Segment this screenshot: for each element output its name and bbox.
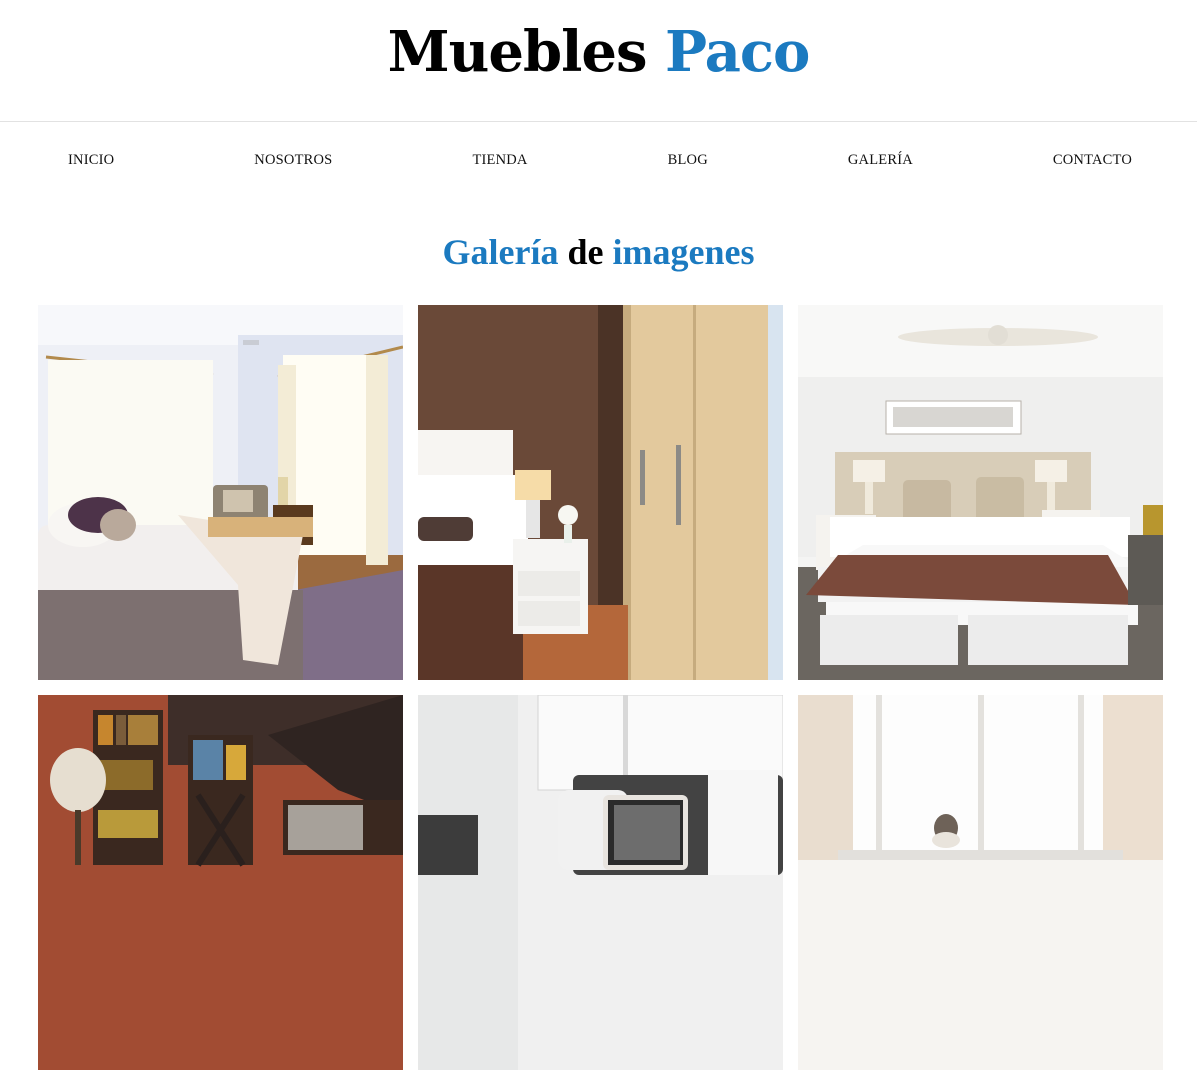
main-navigation: INICIO NOSOTROS TIENDA BLOG GALERÍA CONT… [0, 122, 1197, 198]
nav-link-galeria[interactable]: GALERÍA [848, 152, 913, 169]
window-cat-photo [798, 695, 1163, 1070]
bookshelves-photo [38, 695, 403, 1070]
image-gallery [38, 305, 1163, 1070]
gallery-title-word-3: imagenes [612, 232, 755, 272]
gallery-image-bookshelves[interactable] [38, 695, 403, 1070]
nav-link-contacto[interactable]: CONTACTO [1053, 152, 1132, 169]
gallery-image-window-cat[interactable] [798, 695, 1163, 1070]
sofa-photo [418, 695, 783, 1070]
nav-link-blog[interactable]: BLOG [668, 152, 708, 169]
nav-link-inicio[interactable]: INICIO [68, 152, 114, 169]
logo-word-paco: Paco [665, 18, 810, 85]
gallery-title-word-1: Galería [442, 232, 559, 272]
bedroom-wardrobe-photo [418, 305, 783, 680]
gallery-image-bedroom-wardrobe[interactable] [418, 305, 783, 680]
bedroom-bright-photo [38, 305, 403, 680]
logo-word-muebles: Muebles [387, 18, 648, 85]
gallery-image-sofa[interactable] [418, 695, 783, 1070]
site-logo[interactable]: Muebles Paco [388, 24, 811, 80]
site-header: Muebles Paco [0, 0, 1197, 122]
nav-link-tienda[interactable]: TIENDA [472, 152, 527, 169]
gallery-image-bedroom-fan[interactable] [798, 305, 1163, 680]
gallery-title-word-2: de [567, 232, 604, 272]
gallery-title: Galería de imagenes [0, 199, 1197, 305]
bedroom-fan-photo [798, 305, 1163, 680]
gallery-image-bedroom-bright[interactable] [38, 305, 403, 680]
nav-link-nosotros[interactable]: NOSOTROS [254, 152, 332, 169]
